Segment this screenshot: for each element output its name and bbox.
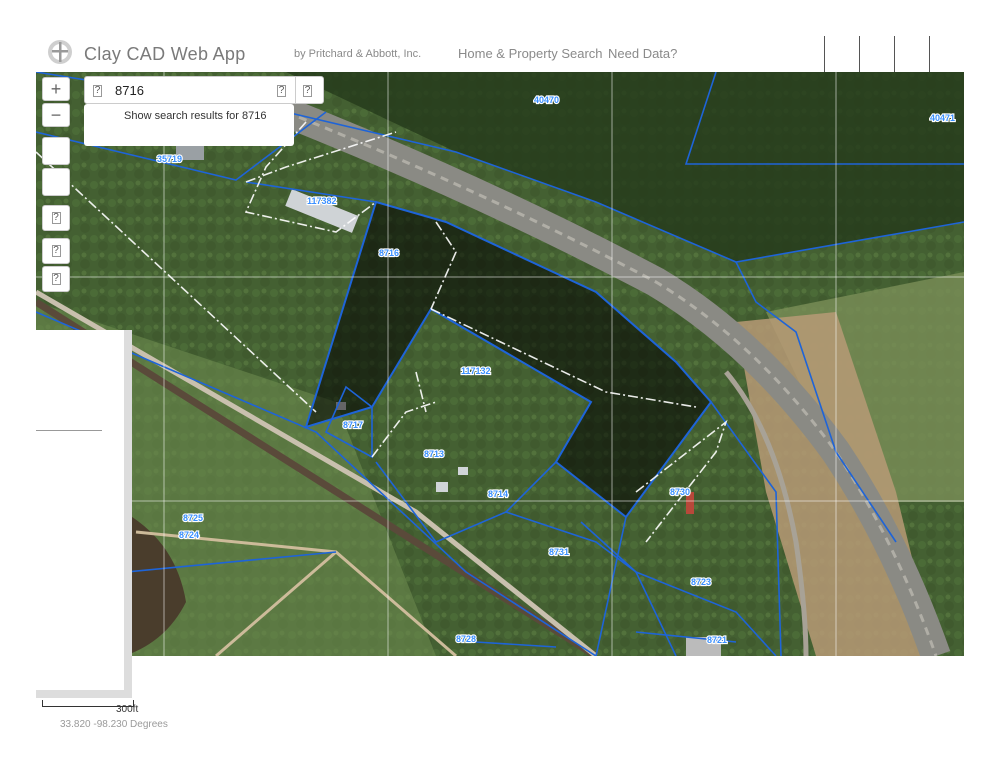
locate-button[interactable] — [42, 168, 70, 196]
nav-home-property-search[interactable]: Home & Property Search — [458, 46, 603, 61]
header-tool-button-3[interactable] — [894, 36, 929, 72]
parcel-label[interactable]: 8723 — [690, 576, 712, 588]
legend-button[interactable]: ? — [42, 238, 70, 264]
byline: by Pritchard & Abbott, Inc. — [294, 48, 422, 60]
parcel-label[interactable]: 8728 — [455, 633, 477, 645]
app-header: Clay CAD Web App by Pritchard & Abbott, … — [36, 36, 964, 72]
parcel-label[interactable]: 35719 — [156, 153, 183, 165]
zoom-in-button[interactable]: + — [42, 77, 70, 101]
basemap-button[interactable]: ? — [42, 266, 70, 292]
app-logo-icon — [48, 40, 72, 64]
coordinates-readout: 33.820 -98.230 Degrees — [60, 719, 168, 730]
parcel-label[interactable]: 117382 — [306, 195, 338, 207]
header-tool-button-1[interactable] — [824, 36, 859, 72]
header-tool-button-4[interactable] — [929, 36, 964, 72]
map-canvas[interactable]: 40470 40471 35719 117382 8716 117132 871… — [36, 72, 964, 656]
legend-icon: ? — [51, 245, 61, 257]
search-input[interactable] — [115, 81, 265, 99]
basemap-icon: ? — [51, 273, 61, 285]
parcel-label[interactable]: 8731 — [548, 546, 570, 558]
panel-divider — [36, 430, 102, 431]
search-result-item[interactable]: Show search results for 8716 — [124, 110, 266, 122]
clear-search-icon[interactable]: ? — [277, 85, 286, 97]
search-divider — [295, 77, 296, 103]
parcel-label[interactable]: 8717 — [342, 419, 364, 431]
search-source-icon[interactable]: ? — [93, 85, 102, 97]
layers-icon: ? — [51, 212, 61, 224]
search-bar: ? ? ? — [84, 76, 324, 104]
parcel-label[interactable]: 40471 — [929, 112, 956, 124]
parcel-label[interactable]: 40470 — [533, 94, 560, 106]
parcel-label[interactable]: 8724 — [178, 529, 200, 541]
parcel-label[interactable]: 8730 — [669, 486, 691, 498]
parcel-label[interactable]: 8716 — [378, 247, 400, 259]
zoom-out-button[interactable]: − — [42, 103, 70, 127]
parcel-label[interactable]: 8721 — [706, 634, 728, 646]
app-title: Clay CAD Web App — [84, 44, 246, 64]
search-suggestions: Show search results for 8716 — [84, 104, 294, 146]
parcel-label[interactable]: 8725 — [182, 512, 204, 524]
map-view[interactable]: 40470 40471 35719 117382 8716 117132 871… — [36, 72, 964, 656]
info-side-panel — [36, 330, 132, 698]
search-icon[interactable]: ? — [303, 85, 312, 97]
header-tool-button-2[interactable] — [859, 36, 894, 72]
nav-need-data[interactable]: Need Data? — [608, 46, 677, 61]
parcel-label[interactable]: 8714 — [487, 488, 509, 500]
layers-button[interactable]: ? — [42, 205, 70, 231]
parcel-label[interactable]: 117132 — [460, 365, 492, 377]
parcel-label[interactable]: 8713 — [423, 448, 445, 460]
home-extent-button[interactable] — [42, 137, 70, 165]
scale-label: 300ft — [116, 704, 139, 715]
